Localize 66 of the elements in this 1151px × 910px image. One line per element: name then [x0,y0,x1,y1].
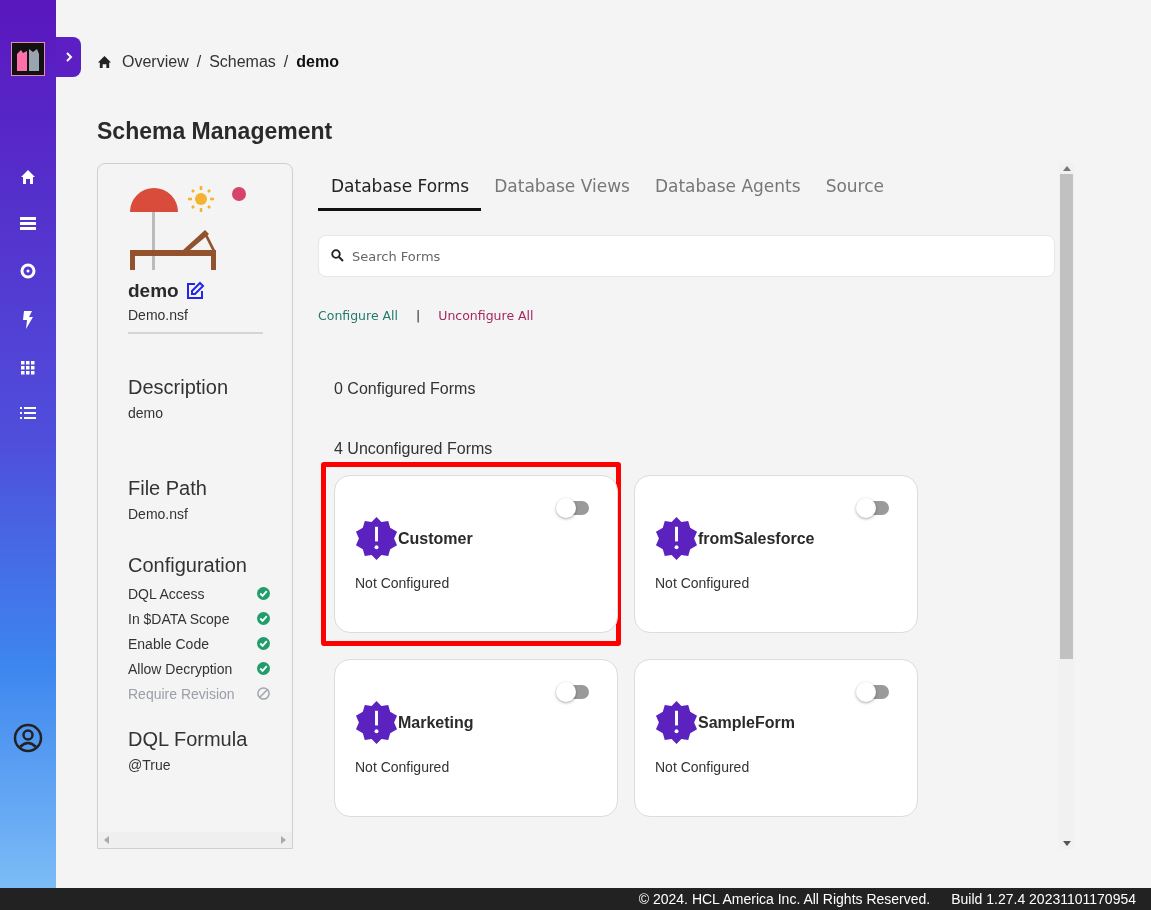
section-heading: Description [128,376,230,399]
scroll-down-arrow-icon[interactable] [1062,841,1071,846]
configuration-label: In $DATA Scope [128,610,230,627]
form-card[interactable]: SampleForm Not Configured [634,659,918,817]
toggle-switch[interactable] [559,685,589,699]
section-heading: Configuration [128,554,248,577]
build-version-text: Build 1.27.4 20231101170954 [951,891,1136,907]
copyright-text: © 2024. HCL America Inc. All Rights Reserved. [638,891,931,907]
breadcrumb-separator: / [196,53,202,71]
form-card[interactable]: Customer Not Configured [334,475,618,633]
warning-gear-icon [355,516,398,561]
form-status: Not Configured [655,759,751,775]
home-icon[interactable] [20,169,36,185]
breadcrumb-link[interactable]: demo [296,53,339,71]
toggle-switch[interactable] [859,685,889,699]
section-heading: DQL Formula [128,728,249,751]
form-card[interactable]: Marketing Not Configured [334,659,618,817]
configured-forms-heading: 0 Configured Forms [334,380,477,398]
unconfigured-forms-heading: 4 Unconfigured Forms [334,440,494,458]
tab[interactable]: Database Agents [641,163,813,211]
warning-gear-icon [355,700,398,745]
grid-icon[interactable] [21,361,35,375]
section-heading: File Path [128,477,208,500]
configure-all-link[interactable]: Configure All [318,308,399,323]
list-icon[interactable] [20,217,36,231]
toggle-switch[interactable] [859,501,889,515]
section-value: demo [128,405,165,421]
configuration-label: DQL Access [128,585,205,602]
breadcrumb-link[interactable]: Schemas [209,53,276,71]
toggle-switch[interactable] [559,501,589,515]
breadcrumb-separator: / [283,53,289,71]
tab[interactable]: Database Views [481,163,642,211]
section-value: Demo.nsf [128,506,189,522]
disc-icon[interactable] [20,263,36,279]
scroll-up-arrow-icon[interactable] [1062,166,1071,171]
edit-icon[interactable] [184,281,205,301]
form-name: Marketing [398,713,474,732]
warning-gear-icon [655,516,698,561]
list-bullet-icon[interactable] [20,407,36,419]
home-icon[interactable] [97,55,112,69]
search-field[interactable]: Search Forms [318,235,1055,277]
user-avatar-icon[interactable] [13,723,43,753]
form-name: fromSalesforce [698,529,815,548]
section-value: @True [128,757,172,773]
tab[interactable]: Source [812,163,896,211]
schema-file-name: Demo.nsf [128,307,189,323]
action-separator: | [416,308,421,323]
form-name: Customer [398,529,473,548]
form-card[interactable]: fromSalesforce Not Configured [634,475,918,633]
schema-name: demo [128,280,179,302]
lightning-icon[interactable] [22,311,34,329]
expand-button[interactable] [56,37,81,77]
form-status: Not Configured [355,759,451,775]
warning-gear-icon [655,700,698,745]
page-title: Schema Management [97,117,334,145]
configuration-label: Allow Decryption [128,660,233,677]
tab[interactable]: Database Forms [318,163,482,211]
configuration-label: Enable Code [128,635,209,652]
form-status: Not Configured [355,575,451,591]
unconfigure-all-link[interactable]: Unconfigure All [438,308,534,323]
app-logo-icon[interactable] [11,42,45,76]
configuration-label: Require Revision [128,685,235,702]
form-status: Not Configured [655,575,751,591]
form-name: SampleForm [698,713,795,732]
chevron-right-icon [63,51,74,63]
breadcrumb-link[interactable]: Overview [122,53,189,71]
